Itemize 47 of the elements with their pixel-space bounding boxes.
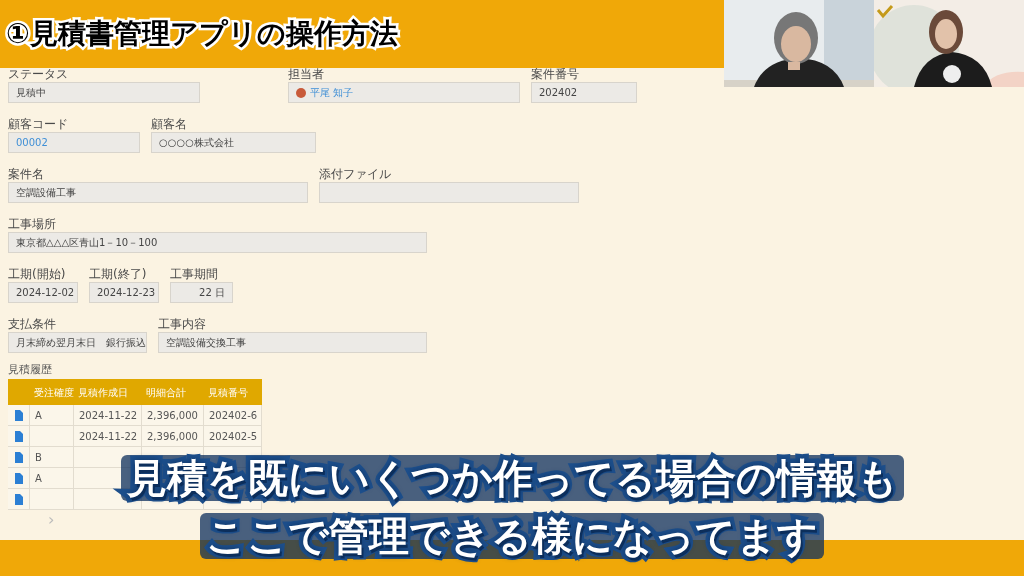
field-label: 工期(開始) [8,268,67,281]
table-cell: A [30,468,74,488]
table-cell: 2024-11-22 [74,426,142,446]
table-cell: 2024-11-22 [74,405,142,425]
table-cell: A [30,405,74,425]
field-label: 工期(終了) [89,268,148,281]
table-cell: 2,396,000 [142,426,204,446]
field-label: 案件名 [8,168,45,181]
field-value: 00002 [8,132,140,153]
field-label: 担当者 [288,68,325,81]
table-cell: 2,396,000 [142,405,204,425]
field-value: 空調設備交換工事 [158,332,427,353]
column-header: 明細合計 [145,385,187,400]
column-header: 見積作成日 [77,385,129,400]
field-value: 月末締め翌月末日 銀行振込 [8,332,147,353]
document-icon[interactable] [14,451,23,463]
table-cell: 202402-5 [204,426,262,446]
field-value: 東京都△△△区青山1－10－100 [8,232,427,253]
field-label: 顧客コード [8,118,69,131]
field-value: 2024-12-23 [89,282,159,303]
field-value: 202402 [531,82,637,103]
field-label: 工事場所 [8,218,57,231]
field-value: 空調設備工事 [8,182,308,203]
document-icon[interactable] [14,493,23,505]
field-value: 2024-12-02 [8,282,78,303]
user-link[interactable]: 平尾 知子 [310,85,354,100]
field-label: 工事内容 [158,318,207,331]
document-icon[interactable] [14,409,23,421]
table-label: 見積履歴 [8,363,53,376]
field-label: 添付ファイル [319,168,392,181]
field-label: 顧客名 [151,118,188,131]
field-label: 支払条件 [8,318,57,331]
table-cell: B [30,447,74,467]
field-label: 案件番号 [531,68,580,81]
document-icon[interactable] [14,472,23,484]
document-icon[interactable] [14,430,23,442]
field-value: 見積中 [8,82,200,103]
field-label: 工事期間 [170,268,219,281]
column-header: 受注確度 [33,385,74,400]
table-cell: 202402-6 [204,405,262,425]
user-avatar-icon [296,87,306,98]
field-value: 22 日 [170,282,233,303]
banner-title: ①見積書管理アプリの操作方法 [6,20,398,48]
field-value: ○○○○株式会社 [151,132,316,153]
column-header: 見積番号 [207,385,249,400]
next-page-arrow[interactable]: › [48,512,56,528]
field-label: ステータス [8,68,69,81]
